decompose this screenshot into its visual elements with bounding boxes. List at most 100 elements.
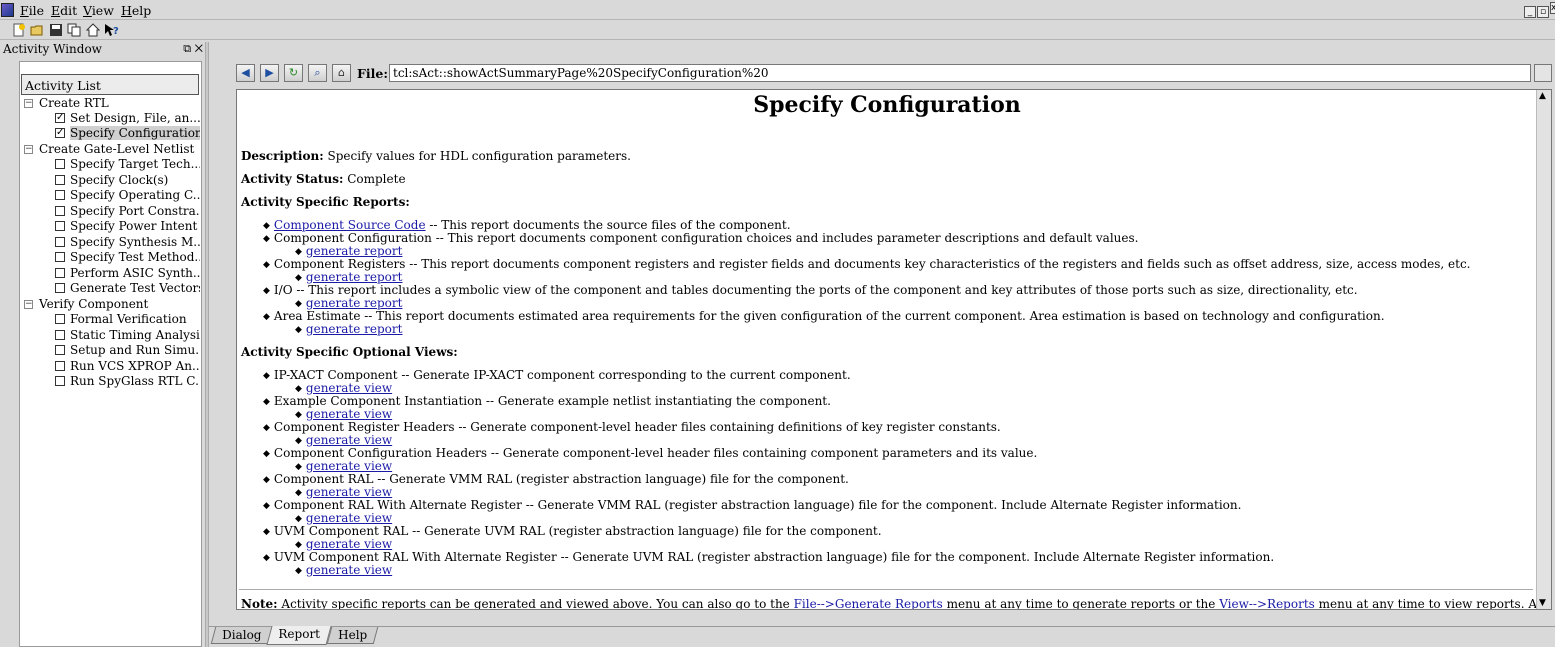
generate-view-link[interactable]: generate view (306, 537, 392, 551)
open-icon[interactable] (30, 23, 44, 37)
checkbox[interactable] (55, 220, 65, 231)
generate-report-link[interactable]: generate report (306, 322, 403, 336)
file-generate-reports-link[interactable]: File-->Generate Reports (794, 597, 943, 609)
view-item: ◆ UVM Component RAL With Alternate Regist… (263, 550, 1275, 564)
checkbox[interactable] (55, 329, 65, 340)
tree-item[interactable]: Specify Power Intent (55, 219, 200, 234)
report-view[interactable]: Specify Configuration Description: Speci… (236, 89, 1552, 610)
file-url-input[interactable] (389, 64, 1531, 82)
go-icon[interactable] (1534, 64, 1552, 82)
generate-view-link[interactable]: generate view (306, 381, 392, 395)
float-icon[interactable]: ⧉ (183, 42, 191, 55)
checkbox[interactable] (55, 158, 65, 169)
tree-item[interactable]: Perform ASIC Synth... (55, 266, 200, 281)
report-item: ◆ I/O -- This report includes a symbolic … (263, 283, 1358, 297)
tab-report[interactable]: Report (266, 626, 332, 645)
view-action: ◆ generate view (295, 381, 393, 395)
report-item: ◆ Component Configuration -- This report … (263, 231, 1139, 245)
view-item: ◆ Example Component Instantiation -- Gene… (263, 394, 831, 408)
generate-view-link[interactable]: generate view (306, 433, 392, 447)
tree-item[interactable]: Specify Port Constra... (55, 204, 200, 219)
generate-view-link[interactable]: generate view (306, 407, 392, 421)
forward-icon[interactable]: ▶ (260, 64, 279, 82)
home-icon[interactable]: ⌂ (332, 64, 351, 82)
checkbox-checked[interactable]: ✓ (55, 112, 65, 123)
zoom-icon[interactable]: ⌕ (308, 64, 327, 82)
generate-view-link[interactable]: generate view (306, 511, 392, 525)
menu-help[interactable]: Help (121, 3, 151, 18)
tree-item[interactable]: Static Timing Analysis (55, 328, 200, 343)
checkbox[interactable] (55, 251, 65, 262)
whats-this-icon[interactable]: ? (104, 23, 119, 37)
tree-item[interactable]: Specify Target Tech... (55, 157, 200, 172)
window-controls: _▫x (1523, 2, 1555, 18)
tree-item[interactable]: Run SpyGlass RTL C... (55, 374, 200, 389)
tree-item[interactable]: Setup and Run Simu... (55, 343, 200, 358)
checkbox[interactable] (55, 236, 65, 247)
tree-group-verify-component[interactable]: − Verify Component (24, 297, 148, 312)
home-icon[interactable] (85, 23, 101, 37)
menu-bar: File Edit View Help _▫x (0, 0, 1555, 20)
tab-help[interactable]: Help (326, 627, 379, 644)
tree-item[interactable]: ✓ Set Design, File, an... (55, 111, 200, 126)
tree-item[interactable]: Specify Operating C... (55, 188, 200, 203)
minimize-icon[interactable]: _ (1524, 6, 1536, 18)
scroll-down-icon[interactable]: ▼ (1539, 598, 1546, 608)
activity-list-panel: Activity List − Create RTL ✓ Set Design, F… (19, 61, 202, 647)
generate-view-link[interactable]: generate view (306, 485, 392, 499)
generate-report-link[interactable]: generate report (306, 270, 403, 284)
copy-icon[interactable] (67, 23, 81, 37)
report-item: ◆ Component Registers -- This report docu… (263, 257, 1471, 271)
activity-list-header[interactable]: Activity List (21, 74, 199, 95)
collapse-icon[interactable]: − (24, 99, 33, 108)
checkbox[interactable] (55, 282, 65, 293)
view-item: ◆ Component Configuration Headers -- Gene… (263, 446, 1038, 460)
generate-report-link[interactable]: generate report (306, 296, 403, 310)
tree-item[interactable]: Run VCS XPROP An... (55, 359, 200, 374)
restore-icon[interactable]: ▫ (1537, 6, 1549, 18)
close-icon[interactable]: x (1550, 2, 1555, 14)
vertical-scrollbar[interactable]: ▲ ▼ (1536, 90, 1551, 609)
menu-view[interactable]: View (83, 3, 114, 18)
view-reports-link[interactable]: View-->Reports (1219, 597, 1315, 609)
tree-item[interactable]: Generate Test Vectors (55, 281, 200, 296)
checkbox[interactable] (55, 360, 65, 371)
tree-item[interactable]: Formal Verification (55, 312, 200, 327)
view-action: ◆ generate view (295, 407, 393, 421)
collapse-icon[interactable]: − (24, 145, 33, 154)
checkbox[interactable] (55, 205, 65, 216)
tab-dialog[interactable]: Dialog (210, 627, 273, 644)
menu-edit[interactable]: Edit (51, 3, 77, 18)
save-icon[interactable] (49, 23, 63, 37)
tree-item-selected[interactable]: ✓ Specify Configuration (55, 126, 200, 141)
tree-item[interactable]: Specify Clock(s) (55, 173, 200, 188)
reload-icon[interactable]: ↻ (284, 64, 303, 82)
scroll-up-icon[interactable]: ▲ (1539, 91, 1546, 101)
generate-report-link[interactable]: generate report (306, 244, 403, 258)
checkbox[interactable] (55, 267, 65, 278)
view-action: ◆ generate view (295, 537, 393, 551)
generate-view-link[interactable]: generate view (306, 563, 392, 577)
checkbox[interactable] (55, 189, 65, 200)
view-action: ◆ generate view (295, 563, 393, 577)
close-panel-icon[interactable]: ✕ (195, 42, 203, 55)
checkbox[interactable] (55, 174, 65, 185)
report-link[interactable]: Component Source Code (274, 218, 426, 232)
new-icon[interactable] (12, 23, 26, 37)
collapse-icon[interactable]: − (24, 300, 33, 309)
tree-item[interactable]: Specify Synthesis M... (55, 235, 200, 250)
menu-file[interactable]: File (20, 3, 44, 18)
checkbox[interactable] (55, 375, 65, 386)
back-icon[interactable]: ◀ (236, 64, 255, 82)
view-action: ◆ generate view (295, 485, 393, 499)
tree-group-create-gate-level-netlist[interactable]: − Create Gate-Level Netlist (24, 142, 194, 157)
checkbox-checked[interactable]: ✓ (55, 127, 65, 138)
tree-group-create-rtl[interactable]: − Create RTL (24, 96, 109, 111)
report-panel: ◀ ▶ ↻ ⌕ ⌂ File: Specify Configuration De… (209, 42, 1555, 626)
generate-view-link[interactable]: generate view (306, 459, 392, 473)
tree-item[interactable]: Specify Test Method... (55, 250, 200, 265)
note-line: Note: Activity specific reports can be g… (241, 597, 1551, 610)
checkbox[interactable] (55, 344, 65, 355)
view-action: ◆ generate view (295, 459, 393, 473)
checkbox[interactable] (55, 313, 65, 324)
